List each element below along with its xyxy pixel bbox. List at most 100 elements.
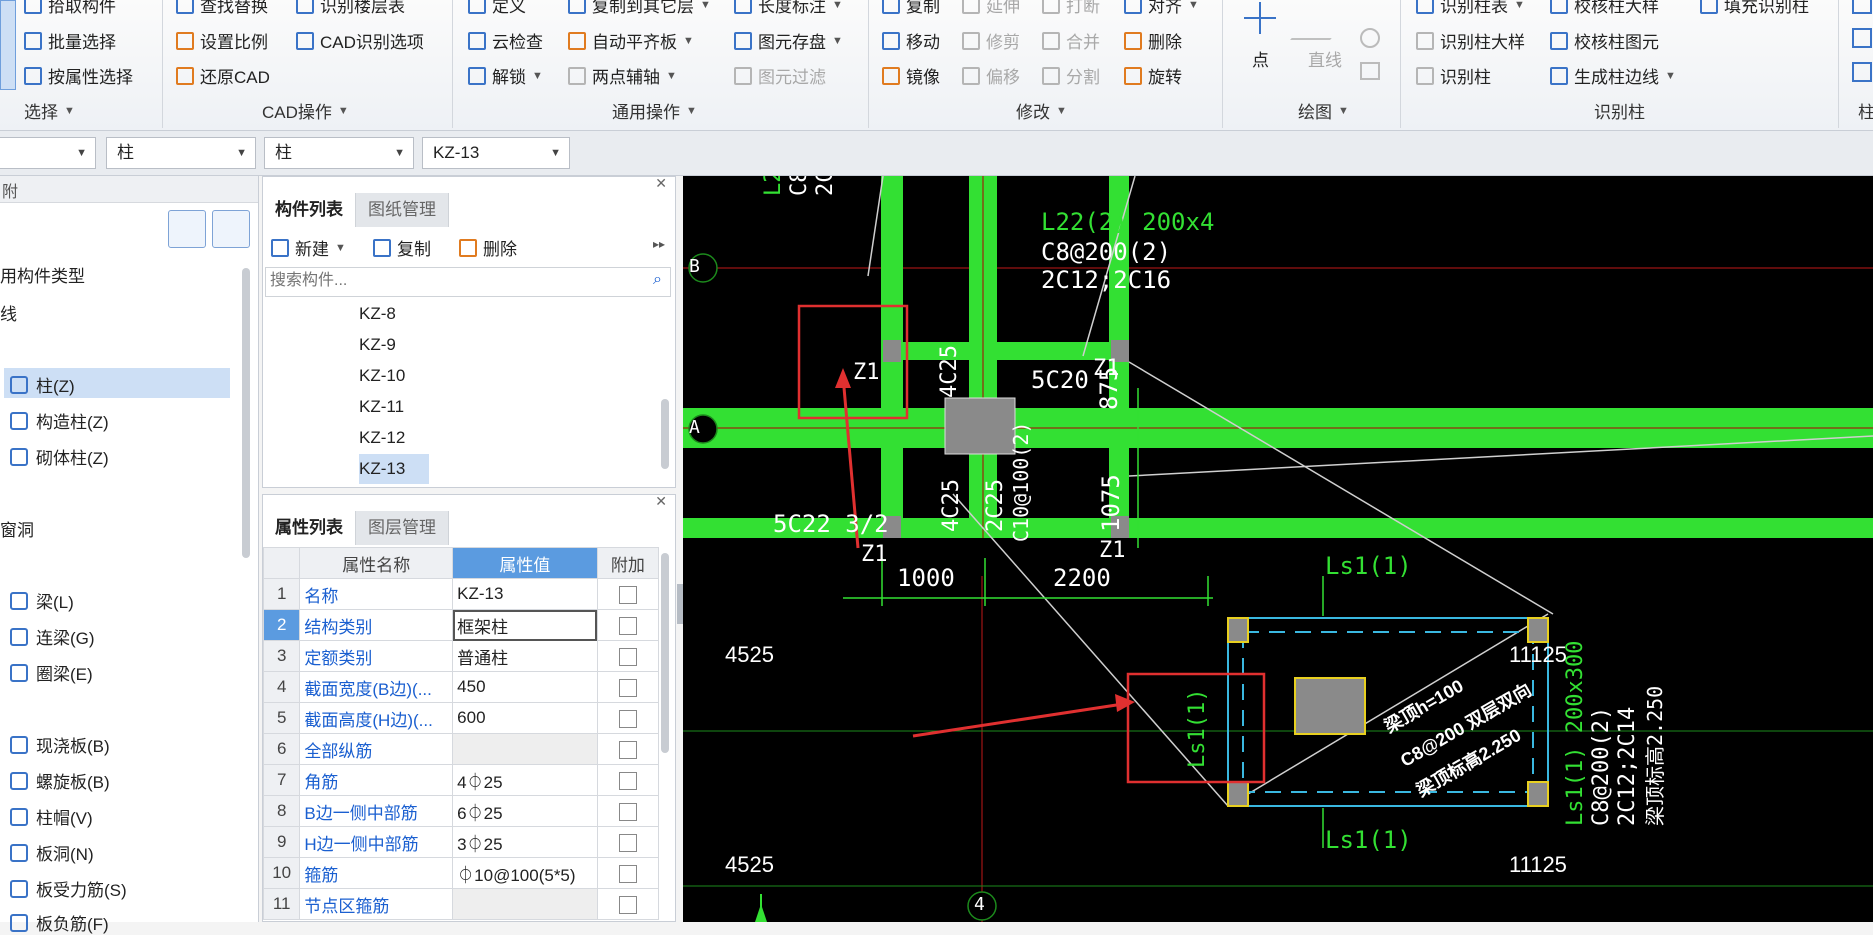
restore-cad-button[interactable]: 还原CAD: [176, 63, 270, 88]
trim-button[interactable]: 修剪: [962, 28, 1020, 53]
check-column-element-button[interactable]: 校核柱图元: [1550, 28, 1659, 53]
close-icon[interactable]: ✕: [655, 493, 667, 510]
detail-view-icon[interactable]: [212, 210, 250, 248]
cloud-check-button[interactable]: 云检查: [468, 28, 543, 53]
tab-drawing-management[interactable]: 图纸管理: [356, 193, 449, 227]
extra-checkbox[interactable]: [618, 802, 637, 821]
select-large-button[interactable]: [0, 0, 16, 90]
split-button[interactable]: 分割: [1042, 63, 1100, 88]
tree-item-masonry-column[interactable]: 砌体柱(Z): [10, 444, 109, 469]
search-icon[interactable]: ⌕: [653, 271, 662, 289]
table-row[interactable]: 1 名称 KZ-13: [262, 578, 660, 610]
list-scrollbar[interactable]: [661, 399, 669, 469]
property-scrollbar[interactable]: [661, 553, 669, 753]
list-item[interactable]: KZ-12: [359, 423, 429, 453]
group-label-select[interactable]: 选择 ▼: [24, 98, 75, 123]
expand-more-icon[interactable]: ▸▸: [653, 237, 665, 251]
delete-component-button[interactable]: 删除: [459, 235, 517, 260]
group-label-modify[interactable]: 修改 ▼: [1016, 98, 1067, 123]
tree-item-beam[interactable]: 梁(L): [10, 588, 74, 613]
copy-button[interactable]: 复制: [882, 0, 940, 17]
draw-point-button[interactable]: 点: [1252, 46, 1269, 71]
auto-align-slab-button[interactable]: 自动平齐板 ▼: [568, 28, 694, 53]
copy-to-other-layer-button[interactable]: 复制到其它层 ▼: [568, 0, 711, 17]
circle-icon[interactable]: [1360, 28, 1380, 48]
extra-checkbox[interactable]: [618, 740, 637, 759]
tab-property-list[interactable]: 属性列表: [263, 511, 356, 545]
group-label-general[interactable]: 通用操作 ▼: [612, 98, 697, 123]
extra-checkbox[interactable]: [618, 771, 637, 790]
extra-checkbox[interactable]: [618, 585, 637, 604]
identify-floor-table-button[interactable]: 识别楼层表: [296, 0, 405, 17]
property-value-cell[interactable]: 600: [452, 702, 598, 734]
extend-button[interactable]: 延伸: [962, 0, 1020, 17]
list-item-selected[interactable]: KZ-13: [359, 454, 429, 484]
close-icon[interactable]: ✕: [655, 175, 667, 192]
table-row[interactable]: 11 节点区箍筋: [262, 888, 660, 920]
tree-item-coupling-beam[interactable]: 连梁(G): [10, 624, 95, 649]
tab-component-list[interactable]: 构件列表: [263, 193, 356, 227]
property-value-cell[interactable]: KZ-13: [452, 578, 598, 610]
tree-item-spiral-slab[interactable]: 螺旋板(B): [10, 768, 110, 793]
generate-column-edge-button[interactable]: 生成柱边线 ▼: [1550, 63, 1676, 88]
category-dropdown[interactable]: 柱 ▼: [106, 137, 256, 169]
length-dimension-button[interactable]: 长度标注 ▼: [734, 0, 843, 17]
table-row[interactable]: 9 H边一侧中部筋 3⏀25: [262, 826, 660, 858]
new-component-button[interactable]: 新建 ▼: [271, 235, 346, 260]
pick-component-button[interactable]: 拾取构件: [24, 0, 116, 17]
property-value-cell[interactable]: [452, 733, 598, 765]
group-label-cad[interactable]: CAD操作 ▼: [262, 98, 349, 123]
check-column-detail-button[interactable]: 校核柱大样: [1550, 0, 1659, 17]
table-row[interactable]: 6 全部纵筋: [262, 733, 660, 765]
tree-item-axis-line[interactable]: 线: [0, 300, 17, 325]
delete-button[interactable]: 删除: [1124, 28, 1182, 53]
identify-column-table-button[interactable]: 识别柱表 ▼: [1416, 0, 1525, 17]
save-element-button[interactable]: 图元存盘 ▼: [734, 28, 843, 53]
offset-button[interactable]: 偏移: [962, 63, 1020, 88]
find-replace-button[interactable]: 查找替换: [176, 0, 268, 17]
tree-item-openings[interactable]: 窗洞: [0, 516, 34, 541]
copy-component-button[interactable]: 复制: [373, 235, 431, 260]
table-row[interactable]: 5 截面高度(H边)(... 600: [262, 702, 660, 734]
tree-item-common-types[interactable]: 用构件类型: [0, 262, 85, 287]
mirror-button[interactable]: 镜像: [882, 63, 940, 88]
extra-checkbox[interactable]: [618, 833, 637, 852]
unlock-button[interactable]: 解锁 ▼: [468, 63, 543, 88]
property-value-cell[interactable]: 普通柱: [452, 640, 598, 672]
tree-item-column[interactable]: 柱(Z): [10, 372, 75, 397]
identify-column-detail-button[interactable]: 识别柱大样: [1416, 28, 1525, 53]
table-row[interactable]: 10 箍筋 ⏀10@100(5*5): [262, 857, 660, 889]
table-row[interactable]: 8 B边一侧中部筋 6⏀25: [262, 795, 660, 827]
component-dropdown[interactable]: KZ-13 ▼: [422, 137, 570, 169]
tree-item-ring-beam[interactable]: 圈梁(E): [10, 660, 93, 685]
property-value-cell[interactable]: 3⏀25: [452, 826, 598, 858]
tree-item-slab-neg-rebar[interactable]: 板负筋(F): [10, 910, 109, 935]
tree-item-cast-slab[interactable]: 现浇板(B): [10, 732, 110, 757]
extra-checkbox[interactable]: [618, 709, 637, 728]
define-button[interactable]: 定义: [468, 0, 526, 17]
extra-tool-icon[interactable]: [1852, 28, 1872, 48]
list-item[interactable]: KZ-11: [359, 392, 429, 422]
rectangle-icon[interactable]: [1360, 62, 1380, 80]
component-search-input[interactable]: [266, 268, 634, 294]
floor-dropdown[interactable]: ▼: [0, 137, 96, 169]
list-item[interactable]: KZ-10: [359, 361, 429, 391]
set-scale-button[interactable]: 设置比例: [176, 28, 268, 53]
list-item[interactable]: KZ-8: [359, 299, 429, 329]
fill-identify-column-button[interactable]: 填充识别柱: [1700, 0, 1809, 17]
merge-button[interactable]: 合并: [1042, 28, 1100, 53]
select-by-property-button[interactable]: 按属性选择: [24, 63, 133, 88]
draw-line-button[interactable]: 直线: [1308, 46, 1342, 71]
tree-item-slab-rebar[interactable]: 板受力筋(S): [10, 876, 127, 901]
tree-item-column-cap[interactable]: 柱帽(V): [10, 804, 93, 829]
element-filter-button[interactable]: 图元过滤: [734, 63, 826, 88]
tree-item-slab-hole[interactable]: 板洞(N): [10, 840, 94, 865]
tree-scrollbar[interactable]: [242, 268, 250, 558]
table-row[interactable]: 3 定额类别 普通柱: [262, 640, 660, 672]
list-view-icon[interactable]: [168, 210, 206, 248]
extra-tool-icon[interactable]: [1852, 62, 1872, 82]
table-row[interactable]: 7 角筋 4⏀25: [262, 764, 660, 796]
property-value-cell[interactable]: [452, 888, 598, 920]
batch-select-button[interactable]: 批量选择: [24, 28, 116, 53]
cad-drawing-canvas[interactable]: B A 4 L21(2 C8@2( 2C16; 2 L22(2) 200x4 C…: [683, 176, 1873, 922]
